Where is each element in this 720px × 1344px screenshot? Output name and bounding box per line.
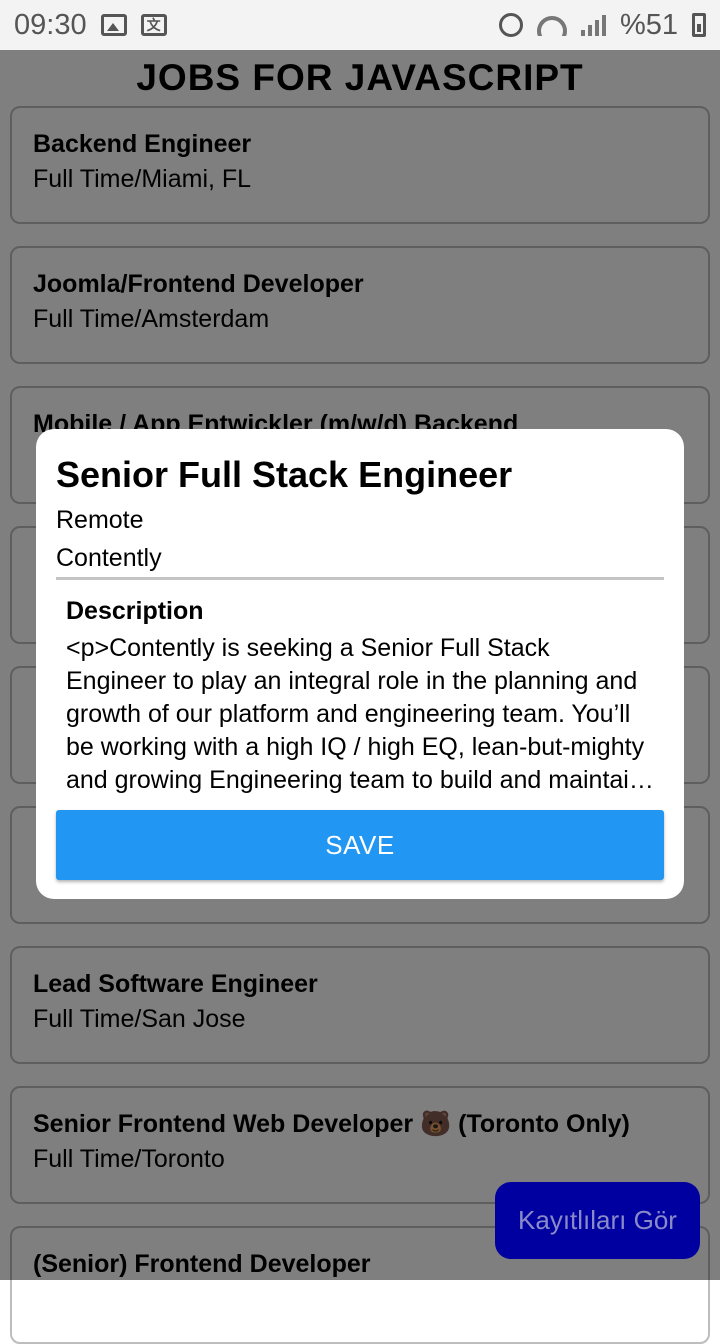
alarm-icon bbox=[498, 13, 523, 37]
wifi-icon bbox=[536, 14, 567, 36]
job-detail-modal: Senior Full Stack Engineer Remote Conten… bbox=[36, 429, 684, 899]
description-heading: Description bbox=[66, 597, 204, 625]
modal-job-location: Remote bbox=[56, 506, 144, 534]
status-time: 09:30 bbox=[14, 8, 87, 41]
modal-divider bbox=[56, 577, 664, 580]
battery-percent: %51 bbox=[619, 8, 678, 41]
save-button[interactable]: SAVE bbox=[56, 810, 664, 880]
battery-icon bbox=[692, 13, 706, 37]
signal-icon bbox=[580, 14, 606, 36]
status-bar: 09:30 文 %51 bbox=[0, 0, 720, 50]
description-text: <p>Contently is seeking a Senior Full St… bbox=[66, 634, 645, 794]
modal-job-title: Senior Full Stack Engineer bbox=[56, 454, 513, 495]
image-notification-icon bbox=[100, 14, 127, 36]
view-saved-button[interactable]: Kayıtlıları Gör bbox=[495, 1182, 700, 1259]
translate-notification-icon: 文 bbox=[140, 14, 167, 36]
modal-job-company: Contently bbox=[56, 544, 162, 572]
